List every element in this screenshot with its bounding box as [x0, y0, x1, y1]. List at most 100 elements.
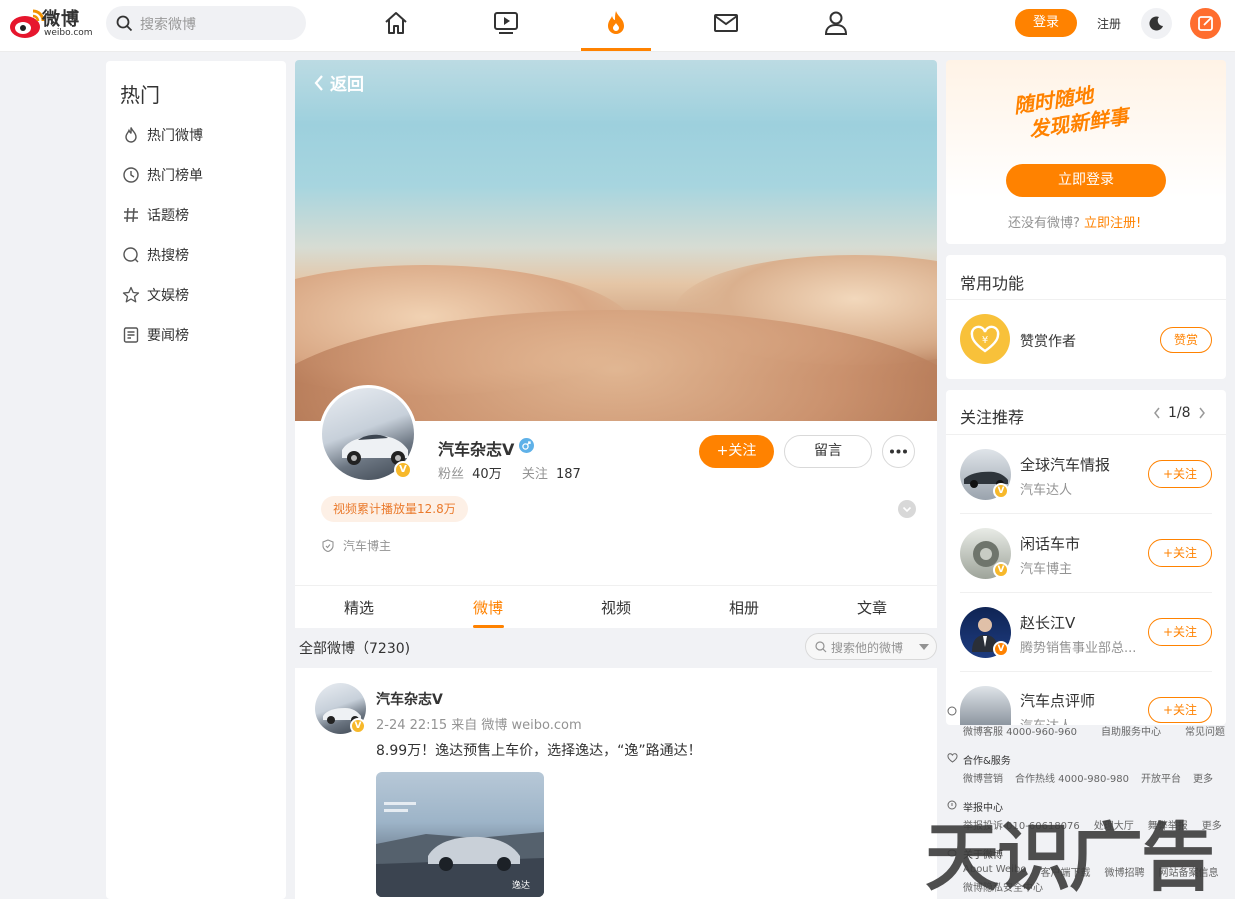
- sidebar-item-label: 要闻榜: [147, 328, 189, 344]
- sidebar-item-topics[interactable]: 话题榜: [122, 203, 189, 227]
- recommend-desc: 汽车达人: [1020, 483, 1073, 498]
- compose-button[interactable]: [1190, 8, 1221, 39]
- heart-icon: [947, 753, 958, 763]
- divider: [946, 299, 1226, 300]
- profile-search-input[interactable]: 搜索他的微博: [831, 639, 903, 656]
- recommend-name[interactable]: 赵长江V: [1020, 612, 1075, 633]
- login-now-button[interactable]: 立即登录: [1006, 164, 1166, 197]
- sidebar-title: 热门: [120, 83, 160, 107]
- caret-down-icon: [919, 644, 929, 650]
- footer-link[interactable]: 微博客服 4000-960-960: [963, 723, 1077, 738]
- back-button[interactable]: 返回: [312, 70, 364, 95]
- recommend-follow-button[interactable]: +关注: [1148, 460, 1212, 488]
- video-play-count-badge: 视频累计播放量12.8万: [321, 496, 468, 522]
- watermark: 天识广告: [925, 815, 1215, 899]
- post-image[interactable]: 逸达: [376, 772, 544, 897]
- recommend-pager: 1/8: [1152, 405, 1207, 421]
- home-icon[interactable]: [381, 8, 411, 38]
- register-link[interactable]: 注册: [1097, 15, 1121, 32]
- left-sidebar: 热门 热门微博 热门榜单 话题榜 热搜榜 文娱榜 要闻榜: [106, 61, 286, 899]
- dark-mode-toggle[interactable]: [1141, 8, 1172, 39]
- mail-icon[interactable]: [711, 8, 741, 38]
- video-icon[interactable]: [491, 8, 521, 38]
- info-icon: [947, 800, 957, 810]
- post-text: 8.99万！逸达预售上车价，选择逸达，“逸”路通达！: [376, 743, 702, 759]
- reward-icon[interactable]: ¥: [960, 314, 1010, 364]
- recommend-follow-button[interactable]: +关注: [1148, 618, 1212, 646]
- post-meta[interactable]: 2-24 22:15 来自 微博 weibo.com: [376, 714, 582, 733]
- recommend-title: 关注推荐: [960, 408, 1025, 427]
- sidebar-item-hot-search[interactable]: 热搜榜: [122, 243, 189, 267]
- message-button[interactable]: 留言: [784, 435, 872, 468]
- footer-link[interactable]: 合作热线 4000-980-980: [1015, 770, 1129, 785]
- compose-icon: [1198, 16, 1213, 31]
- search-input[interactable]: 搜索微博: [140, 14, 196, 34]
- tab-album[interactable]: 相册: [704, 597, 784, 618]
- back-label: 返回: [330, 75, 364, 95]
- sidebar-item-label: 热搜榜: [147, 248, 189, 264]
- recommend-name[interactable]: 闲话车市: [1020, 533, 1080, 554]
- footer-section-title: 举报中心: [963, 803, 1003, 814]
- tab-weibo[interactable]: 微博: [448, 597, 528, 618]
- more-options-button[interactable]: [882, 435, 915, 468]
- fans-count[interactable]: 40万: [472, 467, 502, 482]
- divider: [960, 592, 1212, 593]
- search-box[interactable]: 搜索微博: [106, 6, 306, 40]
- recommend-name[interactable]: 全球汽车情报: [1020, 454, 1110, 475]
- male-gender-icon: [519, 438, 534, 453]
- nav-active-indicator: [581, 48, 651, 51]
- recommend-follow-button[interactable]: +关注: [1148, 697, 1212, 723]
- tab-video[interactable]: 视频: [576, 597, 656, 618]
- news-icon: [123, 327, 139, 343]
- profile-tabs: 精选 微博 视频 相册 文章: [295, 585, 937, 628]
- profile-role: 汽车博主: [322, 537, 391, 554]
- reward-button[interactable]: 赞赏: [1160, 327, 1212, 353]
- sidebar-item-hot-weibo[interactable]: 热门微博: [122, 123, 203, 147]
- footer-row-service: 微博客服 4000-960-960 自助服务中心 常见问题: [963, 723, 1225, 738]
- recommend-name[interactable]: 汽车点评师: [1020, 690, 1095, 711]
- footer-link[interactable]: 微博营销: [963, 770, 1003, 785]
- profile-search-box[interactable]: 搜索他的微博: [805, 633, 937, 660]
- register-now-link[interactable]: 立即注册!: [1084, 216, 1141, 231]
- hot-flame-icon[interactable]: [601, 8, 631, 38]
- footer-link[interactable]: 常见问题: [1185, 723, 1225, 738]
- verified-badge-icon: V: [993, 483, 1009, 499]
- search-icon: [815, 641, 827, 653]
- logo-subtext: weibo.com: [44, 28, 93, 38]
- clock-icon: [123, 167, 139, 183]
- tab-active-indicator: [473, 625, 504, 628]
- divider: [960, 671, 1212, 672]
- follow-button[interactable]: +关注: [699, 435, 774, 468]
- recommend-desc: 汽车博主: [1020, 562, 1073, 577]
- expand-info-button[interactable]: [898, 500, 916, 518]
- login-button[interactable]: 登录: [1015, 9, 1077, 37]
- footer-link[interactable]: 开放平台: [1141, 770, 1181, 785]
- reward-author-label: 赞赏作者: [1020, 334, 1076, 350]
- search-hot-icon: [123, 247, 139, 263]
- post-author-name[interactable]: 汽车杂志V: [376, 689, 443, 709]
- footer-link[interactable]: 更多: [1193, 770, 1213, 785]
- role-label: 汽车博主: [343, 539, 392, 553]
- hash-icon: [124, 207, 138, 223]
- sidebar-item-entertainment[interactable]: 文娱榜: [122, 283, 189, 307]
- pager-label: 1/8: [1168, 405, 1191, 421]
- following-count[interactable]: 187: [556, 467, 581, 482]
- chevron-left-icon[interactable]: [1152, 406, 1162, 420]
- sidebar-item-hot-list[interactable]: 热门榜单: [122, 163, 203, 187]
- profile-stats: 粉丝 40万 关注 187: [438, 463, 581, 482]
- tab-articles[interactable]: 文章: [832, 597, 912, 618]
- tab-featured[interactable]: 精选: [319, 597, 399, 618]
- footer-link[interactable]: 自助服务中心: [1101, 723, 1161, 738]
- chevron-down-icon: [902, 506, 912, 513]
- top-bar: 微博 weibo.com 搜索微博 登录 注册: [0, 0, 1235, 52]
- sidebar-item-label: 热门榜单: [147, 168, 203, 184]
- recommend-follow-button[interactable]: +关注: [1148, 539, 1212, 567]
- divider: [946, 434, 1226, 435]
- sidebar-item-label: 热门微博: [147, 128, 203, 144]
- sidebar-item-label: 文娱榜: [147, 288, 189, 304]
- recommend-desc: 腾势销售事业部总...: [1020, 641, 1137, 656]
- search-icon: [116, 15, 133, 32]
- profile-icon[interactable]: [821, 8, 851, 38]
- chevron-right-icon[interactable]: [1197, 406, 1207, 420]
- sidebar-item-news[interactable]: 要闻榜: [122, 323, 189, 347]
